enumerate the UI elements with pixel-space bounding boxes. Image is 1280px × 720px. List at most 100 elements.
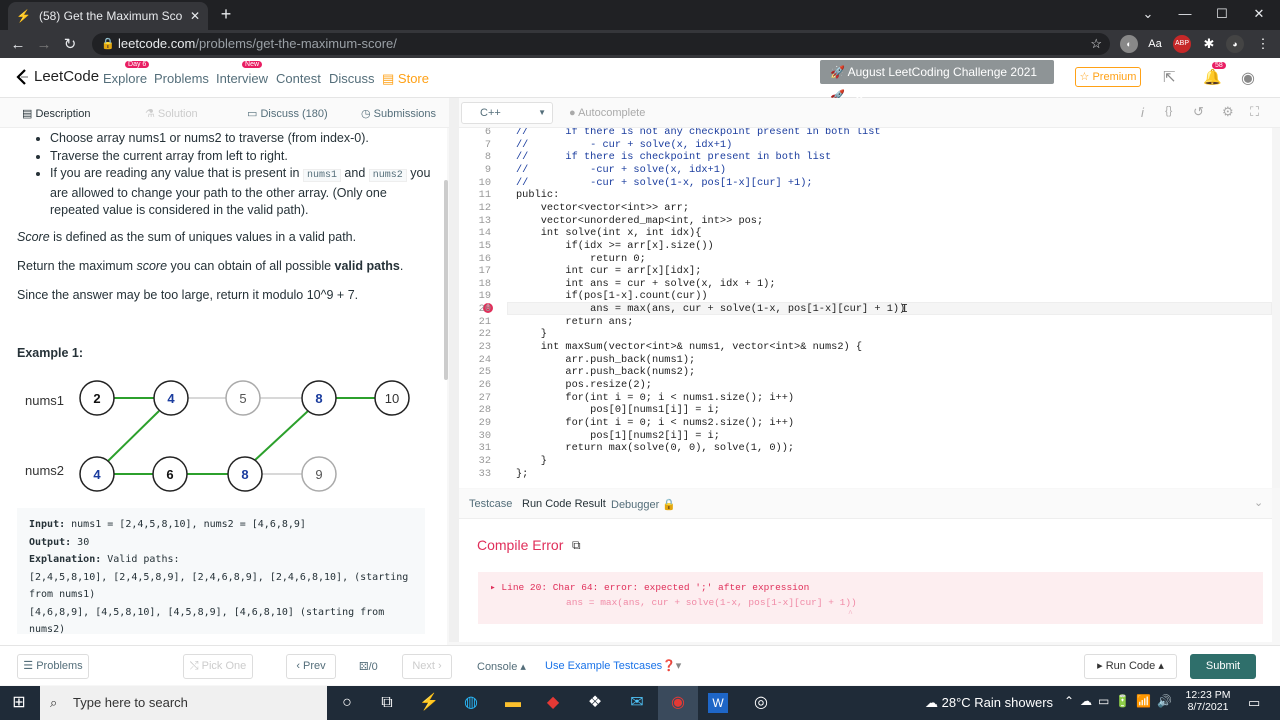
tab-testcase[interactable]: Testcase (469, 498, 512, 510)
editor-toolbar: C++ ▼ ● Autocomplete i {} ↺ ⚙ ⛶ (459, 98, 1280, 128)
close-window-button[interactable]: ✕ (1248, 4, 1270, 24)
nav-discuss[interactable]: Discuss (329, 71, 375, 86)
windows-start-icon[interactable]: ⊞ (8, 692, 30, 714)
copy-icon[interactable]: ⧉ (572, 538, 581, 553)
extension-icon[interactable]: ◐ (1120, 35, 1138, 53)
fullscreen-icon[interactable]: ⛶ (1250, 104, 1259, 120)
new-tab-button[interactable]: + (216, 4, 236, 24)
help-icon[interactable]: ❓▾ (662, 659, 681, 672)
app-red-icon[interactable]: ◆ (542, 692, 564, 714)
autocomplete-toggle[interactable]: ● Autocomplete (569, 107, 645, 119)
expand-triangle-icon[interactable]: ▸ (490, 582, 501, 593)
info-icon[interactable]: i (1141, 105, 1144, 120)
premium-button[interactable]: ☆ Premium (1075, 67, 1141, 87)
weather-widget[interactable]: ☁ 28°C Rain showers (925, 695, 1053, 711)
challenge-banner[interactable]: 🚀 August LeetCoding Challenge 2021 🚀 ✕ (820, 60, 1054, 103)
language-select[interactable]: C++ ▼ (461, 102, 553, 124)
app-icon[interactable]: ⚡ (418, 692, 440, 714)
prev-label: Prev (303, 660, 326, 672)
rules-list: Choose array nums1 or nums2 to traverse … (50, 130, 435, 220)
submit-button[interactable]: Submit (1190, 654, 1256, 679)
nav-problems[interactable]: Problems (154, 71, 209, 86)
list-item: If you are reading any value that is pre… (50, 165, 435, 220)
console-toggle[interactable]: Console ▴ (477, 660, 526, 673)
tab-submissions[interactable]: ◷ Submissions (361, 107, 436, 120)
font-extension-icon[interactable]: Aa (1146, 35, 1164, 53)
code-line: // -cur + solve(1-x, pos[1-x][cur] +1); (516, 176, 813, 189)
menu-dots-icon[interactable]: ⋮ (1254, 35, 1272, 53)
line-number: 12 (478, 201, 491, 214)
leetcode-logo[interactable]: LeetCode (16, 68, 99, 85)
nav-interview-label: Interview (216, 71, 269, 86)
collapse-chevron-icon[interactable]: ⌄ (1254, 496, 1263, 509)
tab-run-result[interactable]: Run Code Result (522, 498, 606, 510)
nav-explore[interactable]: Explore Day 6 (103, 61, 150, 86)
node-label: 8 (241, 467, 248, 482)
braces-icon[interactable]: {} (1165, 105, 1172, 117)
split-handle[interactable] (449, 98, 459, 642)
code-line: if(pos[1-x].count(cur)) (516, 290, 708, 303)
mail-icon[interactable]: ✉ (626, 692, 648, 714)
browser-tab[interactable]: ⚡ (58) Get the Maximum Score - Le ✕ (8, 2, 208, 30)
notification-bell-icon[interactable]: 🔔 58 (1203, 62, 1226, 86)
nav-store[interactable]: ▤ Store (382, 71, 429, 87)
node-label: 4 (93, 467, 101, 482)
next-button[interactable]: Next › (402, 654, 452, 679)
tab-discuss[interactable]: ▭ Discuss (180) (247, 107, 328, 120)
edge-icon[interactable]: ◍ (460, 692, 482, 714)
reset-icon[interactable]: ↺ (1193, 104, 1204, 120)
dropbox-icon[interactable]: ❖ (584, 692, 606, 714)
taskbar-search[interactable]: ⌕ Type here to search (40, 686, 327, 720)
desc-scrollbar[interactable] (444, 180, 448, 380)
use-example-testcases-link[interactable]: Use Example Testcases (545, 660, 662, 672)
line-number: 32 (478, 454, 491, 467)
tab-solution[interactable]: ⚗ Solution (145, 107, 198, 120)
user-avatar-icon[interactable]: ◉ (1241, 68, 1255, 88)
prev-button[interactable]: ‹ Prev (286, 654, 336, 679)
problems-list-button[interactable]: ☰ Problems (17, 654, 89, 679)
task-view-icon[interactable]: ⧉ (376, 692, 398, 714)
tab-debugger[interactable]: Debugger 🔒 (611, 498, 676, 511)
cortana-icon[interactable]: ○ (336, 692, 358, 714)
pick-one-button[interactable]: ⤭ Pick One (183, 654, 253, 679)
profile-avatar[interactable]: ◕ (1226, 35, 1244, 53)
nav-contest[interactable]: Contest (276, 71, 321, 86)
forward-icon[interactable]: → (31, 36, 57, 53)
store-icon: ▤ (382, 71, 398, 86)
tab-description[interactable]: ▤ Description (22, 107, 90, 120)
reload-icon[interactable]: ↻ (57, 35, 83, 53)
nav-interview[interactable]: Interview New (216, 61, 269, 86)
explore-badge: Day 6 (125, 61, 150, 68)
line-number: 23 (478, 341, 491, 354)
line-number: 16 (478, 252, 491, 265)
editor-scrollbar[interactable] (1272, 128, 1280, 488)
obs-icon[interactable]: ◎ (750, 692, 772, 714)
settings-gear-icon[interactable]: ⚙ (1222, 104, 1234, 120)
puzzle-icon[interactable]: ✱ (1200, 35, 1218, 53)
maximize-button[interactable]: ☐ (1211, 4, 1233, 24)
close-tab-icon[interactable]: ✕ (190, 9, 200, 23)
tab-search-icon[interactable]: ⌄ (1137, 4, 1159, 24)
page-indicator[interactable]: ⚄/0 (359, 660, 378, 673)
word-icon[interactable]: W (708, 693, 728, 713)
code-line: // - cur + solve(x, idx+1) (516, 138, 733, 151)
adblock-icon[interactable]: ABP (1173, 35, 1191, 53)
chrome-icon[interactable]: ◉ (667, 692, 689, 714)
clock[interactable]: 12:23 PM 8/7/2021 (1183, 689, 1233, 713)
run-code-button[interactable]: ▸ Run Code ▴ (1084, 654, 1177, 679)
file-explorer-icon[interactable]: ▬ (502, 692, 524, 714)
code-line: // if there is checkpoint present in bot… (516, 151, 832, 164)
system-tray-icons[interactable]: ⌃☁▭🔋📶🔊 (1064, 694, 1178, 708)
problems-label: Problems (36, 660, 83, 672)
back-icon[interactable]: ← (5, 36, 31, 53)
minimize-button[interactable]: — (1174, 4, 1196, 24)
node-label: 6 (166, 467, 173, 482)
bookmark-star-icon[interactable]: ☆ (1090, 33, 1102, 55)
playground-icon[interactable]: ⇱ (1163, 68, 1176, 86)
run-code-label: Run Code (1105, 660, 1156, 672)
code-editor[interactable]: ! 6// if there is not any checkpoint pre… (459, 128, 1272, 488)
url-bar[interactable]: 🔒 leetcode.com/problems/get-the-maximum-… (92, 33, 1110, 55)
notification-center-icon[interactable]: ▭ (1248, 695, 1260, 711)
code-line: return ans; (516, 315, 634, 328)
explanation-line: [4,6,8,9], [4,5,8,10], [4,5,8,9], [4,6,8… (29, 606, 385, 618)
